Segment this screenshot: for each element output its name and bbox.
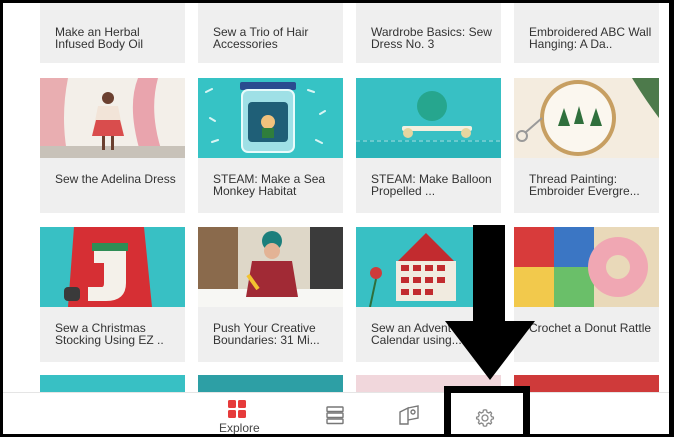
card-title: STEAM: Make a Sea Monkey Habitat <box>213 172 326 198</box>
card-title: Embroidered ABC Wall Hanging: A Da.. <box>529 25 652 51</box>
card-title: Make an Herbal Infused Body Oil <box>55 25 144 51</box>
project-card[interactable]: Sew a Christmas Stocking Using EZ .. <box>40 227 185 362</box>
project-card[interactable]: Crochet a Donut Rattle <box>514 227 659 362</box>
card-title: Push Your Creative Boundaries: 31 Mi... <box>213 321 320 347</box>
app-window: Make an Herbal Infused Body Oil Sew a Tr… <box>0 0 674 437</box>
project-card[interactable]: Embroidered ABC Wall Hanging: A Da.. <box>514 3 659 63</box>
project-card[interactable]: Thread Painting: Embroider Evergre... <box>514 78 659 213</box>
explore-grid-icon <box>228 400 246 418</box>
card-thumbnail <box>514 78 659 158</box>
nav-projects[interactable] <box>396 393 426 434</box>
card-thumbnail <box>198 227 343 307</box>
card-thumbnail <box>40 78 185 158</box>
project-card[interactable]: STEAM: Make Balloon Propelled ... <box>356 78 501 213</box>
project-card[interactable]: Make an Herbal Infused Body Oil <box>40 3 185 63</box>
card-title: Crochet a Donut Rattle <box>529 321 652 335</box>
project-card[interactable]: STEAM: Make a Sea Monkey Habitat <box>198 78 343 213</box>
card-thumbnail <box>198 78 343 158</box>
bottom-navigation <box>3 392 669 434</box>
nav-explore-label: Explore <box>219 421 260 435</box>
project-card[interactable]: Push Your Creative Boundaries: 31 Mi... <box>198 227 343 362</box>
card-thumbnail <box>514 227 659 307</box>
list-icon <box>326 406 344 425</box>
settings-highlight-box <box>444 386 530 434</box>
project-card[interactable]: Sew a Trio of Hair Accessories <box>198 3 343 63</box>
card-title: Wardrobe Basics: Sew Dress No. 3 <box>371 25 492 51</box>
card-title: Sew a Christmas Stocking Using EZ .. <box>55 321 164 347</box>
card-thumbnail <box>356 78 501 158</box>
arrow-down-icon <box>445 225 535 380</box>
projects-icon <box>399 405 419 425</box>
card-title: Thread Painting: Embroider Evergre... <box>529 172 640 198</box>
project-card[interactable]: Wardrobe Basics: Sew Dress No. 3 <box>356 3 501 63</box>
card-title: STEAM: Make Balloon Propelled ... <box>371 172 492 198</box>
project-card[interactable]: Sew the Adelina Dress <box>40 78 185 213</box>
nav-list[interactable] <box>321 393 351 434</box>
card-thumbnail <box>40 227 185 307</box>
card-title: Sew the Adelina Dress <box>55 172 176 186</box>
card-title: Sew a Trio of Hair Accessories <box>213 25 309 51</box>
